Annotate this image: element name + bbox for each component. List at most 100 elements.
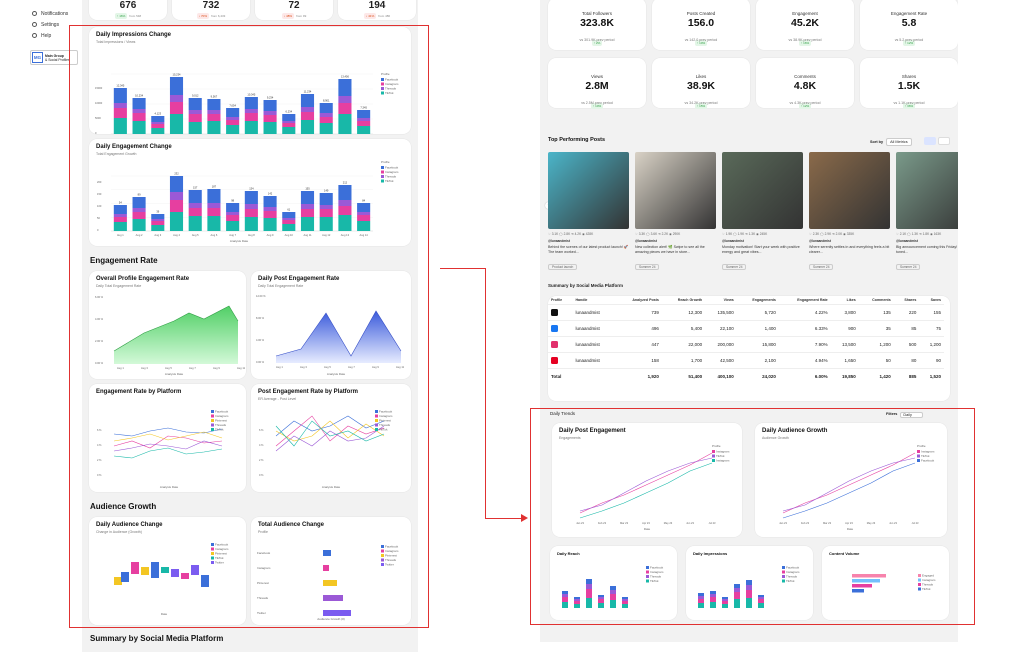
kpi-title: Total Followers	[581, 11, 612, 16]
kpi-value: 4.8K	[793, 80, 817, 92]
stat-card: 72 ↓ 48% from 99	[255, 0, 333, 20]
avatar: MG	[32, 52, 43, 63]
post-tag: Summer 24	[896, 264, 921, 270]
stat-card: 194 ↓ 41% from 486	[338, 0, 416, 20]
column-header: Engagements	[752, 298, 776, 302]
stat-badge: ↓ 70%	[196, 13, 209, 19]
kpi-value: 5.8	[901, 17, 917, 29]
stat-value: 194	[368, 0, 386, 11]
summary-title: Summary by Social Media Platform	[548, 283, 624, 288]
sort-select[interactable]: All Metrics	[886, 138, 912, 146]
column-header: Profile	[551, 298, 563, 302]
gear-icon	[32, 22, 37, 27]
pinterest-icon	[551, 356, 558, 364]
post-handle[interactable]: @lunaandmist	[896, 239, 958, 243]
post-card[interactable]: ♡ 3.1K ◯ 2.8K ⟲ 4.2K ◉ 428K @lunaandmist B…	[548, 152, 629, 272]
post-handle[interactable]: @lunaandmist	[548, 239, 629, 243]
column-header: Likes	[846, 298, 856, 302]
kpi-card: Posts Created 156.0 ↑ 10% vs 142.0 prev per…	[652, 0, 750, 50]
kpi-sub: vs 2.5M prev period	[581, 101, 613, 105]
stat-badge: ↓ 41%	[363, 13, 377, 19]
kpi-value: 1.5K	[897, 80, 921, 92]
stat-footer: ↑ 16% from 548	[89, 13, 167, 19]
post-card[interactable]: ♡ 1.9K ◯ 1.9K ⟲ 1.3K ◉ 245K @lunaandmist M…	[722, 152, 803, 272]
kpi-value: 156.0	[687, 17, 715, 29]
grid-view-icon[interactable]	[924, 137, 936, 145]
table-row: lunaandmist 447 22,000 200,000 15,800 7.90% 13…	[548, 336, 944, 353]
post-image[interactable]	[635, 152, 716, 229]
bell-icon	[32, 11, 37, 16]
help-icon	[32, 33, 37, 38]
table-total-row: Total 1,920 51,400 400,100 24,020 6.00% 19,850…	[548, 368, 944, 385]
table-row: lunaandmist 739 12,300 135,500 5,720 4.22% 3,8…	[548, 304, 944, 321]
stat-badge: ↓ 48%	[281, 13, 295, 19]
stat-sub: from 99	[296, 14, 307, 18]
post-tag: Product launch	[548, 264, 578, 270]
table-row: lunaandmist 496 5,400 22,100 1,400 6.33% 900 35…	[548, 320, 944, 337]
stat-footer: ↓ 70% from 6,433	[172, 13, 250, 19]
kpi-title: Engagement Rate	[890, 11, 928, 16]
arrow-segment	[485, 518, 523, 519]
stat-footer: ↓ 41% from 486	[338, 13, 416, 19]
post-image[interactable]	[896, 152, 958, 229]
post-handle[interactable]: @lunaandmist	[722, 239, 803, 243]
column-header: Saves	[930, 298, 941, 302]
stat-footer: ↓ 48% from 99	[255, 13, 333, 19]
post-handle[interactable]: @lunaandmist	[809, 239, 890, 243]
column-header: Engagement Rate	[797, 298, 828, 302]
facebook-icon	[551, 324, 558, 332]
kpi-title: Views	[591, 74, 603, 79]
kpi-sub: vs 4.3K prev period	[789, 101, 821, 105]
post-image[interactable]	[809, 152, 890, 229]
org-sub: & Social Profiles	[45, 57, 70, 62]
column-header: Shares	[904, 298, 917, 302]
arrow-segment	[485, 268, 486, 519]
sidebar-item-notifications[interactable]: Notifications	[22, 8, 80, 19]
post-image[interactable]	[548, 152, 629, 229]
kpi-sub: vs 1.1K prev period	[893, 101, 925, 105]
kpi-card: Engagement Rate 5.8 ↑ 12% vs 5.2 prev perio…	[860, 0, 958, 50]
tiktok-icon	[551, 308, 558, 316]
arrow-segment	[440, 268, 485, 269]
kpi-card: Engagement 45.2K ↑ 16% vs 38.9K prev period	[756, 0, 854, 50]
kpi-value: 323.8K	[580, 17, 614, 29]
kpi-value: 38.9K	[686, 80, 716, 92]
arrow-head-icon	[521, 514, 528, 522]
post-metrics: ♡ 3.3K ◯ 3.6K ⟲ 2.2K ◉ 290K	[635, 232, 681, 236]
column-header: Views	[723, 298, 734, 302]
post-caption: Where serenity settles in and everything…	[809, 245, 890, 254]
kpi-title: Engagement	[792, 11, 818, 16]
column-header: Handle	[575, 298, 588, 302]
post-card[interactable]: ♡ 2.3K ◯ 2.9K ⟲ 2.0K ◉ 335K @lunaandmist W…	[809, 152, 890, 272]
kpi-card: Shares 1.5K ↑ 36% vs 1.1K prev period	[860, 58, 958, 109]
stat-value: 72	[288, 0, 300, 11]
kpi-title: Shares	[901, 74, 917, 79]
stat-sub: from 548	[129, 14, 142, 18]
section-summary: Summary by Social Media Platform	[90, 634, 224, 643]
highlight-box-right	[530, 408, 975, 625]
post-metrics: ♡ 2.3K ◯ 2.9K ⟲ 2.0K ◉ 335K	[809, 232, 855, 236]
kpi-value: 2.8M	[585, 80, 609, 92]
kpi-title: Posts Created	[686, 11, 716, 16]
list-view-icon[interactable]	[938, 137, 950, 145]
kpi-sub: vs 142.0 prev period	[684, 38, 718, 42]
sort-control[interactable]: Sort by All Metrics	[870, 138, 912, 146]
post-caption: Big announcement coming this Friday! Sta…	[896, 245, 958, 254]
top-posts-title: Top Performing Posts	[548, 137, 606, 143]
post-caption: Behind the scenes of our latest product …	[548, 245, 629, 254]
kpi-title: Comments	[794, 74, 816, 79]
post-tag: Summer 24	[722, 264, 747, 270]
table-row: lunaandmist 158 1,700 42,500 2,100 4.94% 1,650…	[548, 352, 944, 369]
post-handle[interactable]: @lunaandmist	[635, 239, 716, 243]
kpi-sub: vs 5.2 prev period	[894, 38, 924, 42]
kpi-card: Comments 4.8K ↑ 12% vs 4.3K prev period	[756, 58, 854, 109]
post-card[interactable]: ♡ 2.1K ◯ 1.3K ⟲ 1.8K ◉ 163K @lunaandmist B…	[896, 152, 958, 272]
kpi-card: Likes 38.9K ↑ 15% vs 34.2K prev period	[652, 58, 750, 109]
post-card[interactable]: ♡ 3.3K ◯ 3.6K ⟲ 2.2K ◉ 290K @lunaandmist N…	[635, 152, 716, 272]
summary-section: Summary by Social Media Platform Profile…	[548, 283, 950, 401]
column-header: Comments	[872, 298, 891, 302]
summary-table-card: Profile Handle Analyzed Posts Reach Growth V…	[548, 296, 950, 401]
post-image[interactable]	[722, 152, 803, 229]
stat-value: 732	[202, 0, 220, 11]
kpi-sub: vs 38.9K prev period	[788, 38, 822, 42]
